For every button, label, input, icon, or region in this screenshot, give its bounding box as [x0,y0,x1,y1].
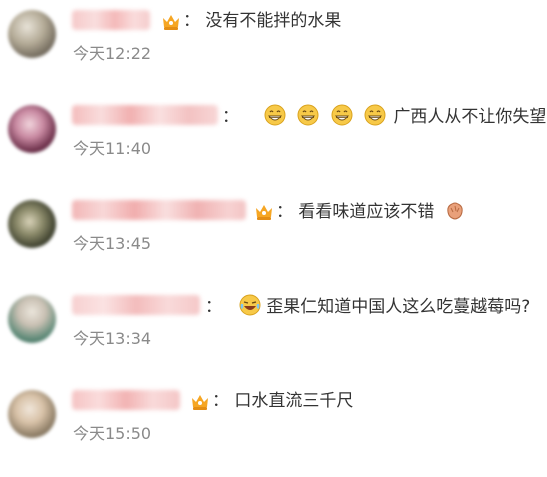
comment-timestamp: 今天15:50 [73,424,152,443]
crown-badge-icon [192,395,208,410]
crown-badge-icon [163,15,179,30]
grinning-face-icon [264,104,286,126]
username-pixelated[interactable] [72,10,150,30]
comment-timestamp: 今天12:22 [73,44,152,63]
comment-separator: ： [212,391,229,411]
comment-text: 口水直流三千尺 [234,391,354,411]
laughing-tears-icon [239,294,261,316]
comment-text: 广西人从不让你失望 [393,107,547,127]
comment-timestamp: 今天11:40 [73,139,152,158]
comment-separator: ： [205,297,222,317]
avatar[interactable] [8,295,56,343]
comment-text: 歪果仁知道中国人这么吃蔓越莓吗? [266,297,531,317]
grinning-face-icon [297,104,319,126]
grinning-face-icon [331,104,353,126]
avatar[interactable] [8,105,56,153]
clapping-hands-icon [447,202,463,220]
avatar[interactable] [8,10,56,58]
comment-text: 没有不能拌的水果 [205,11,342,31]
crown-badge-icon [256,205,272,220]
comment-separator: ： [183,11,200,31]
username-pixelated[interactable] [72,295,200,315]
comment-timestamp: 今天13:34 [73,329,152,348]
comment-separator: ： [276,202,293,222]
comment-separator: ： [222,107,239,127]
comment-text: 看看味道应该不错 [298,202,435,222]
username-pixelated[interactable] [72,105,218,125]
comment-timestamp: 今天13:45 [73,234,152,253]
avatar[interactable] [8,200,56,248]
username-pixelated[interactable] [72,390,180,410]
avatar[interactable] [8,390,56,438]
username-pixelated[interactable] [72,200,246,220]
grinning-face-icon [364,104,386,126]
